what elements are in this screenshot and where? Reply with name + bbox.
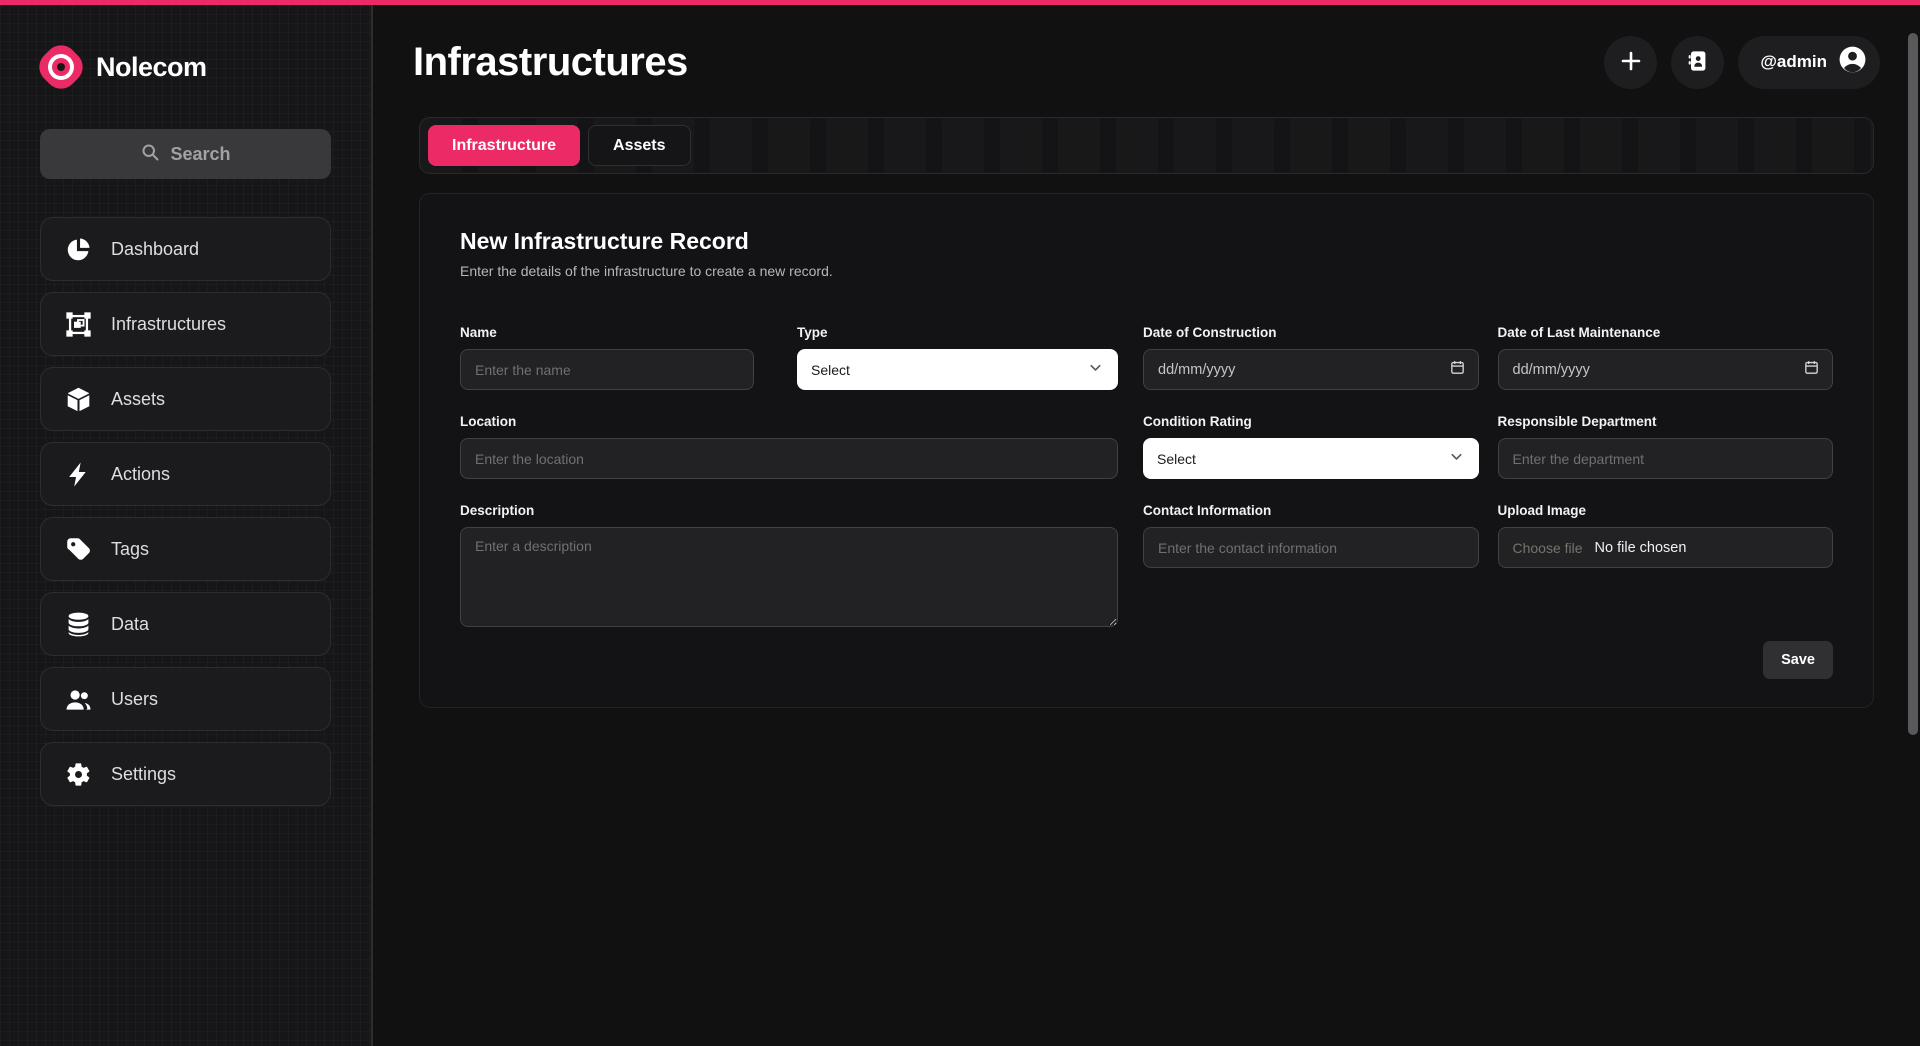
form-left-columns: Name Type Select Location [460, 325, 1118, 627]
nolecom-logo-icon [40, 46, 82, 88]
field-location: Location [460, 414, 1118, 479]
upload-image-label: Upload Image [1498, 503, 1834, 518]
database-icon [65, 611, 92, 638]
sidebar-item-label: Infrastructures [111, 314, 226, 335]
field-upload-image: Upload Image Choose file No file chosen [1498, 503, 1834, 568]
top-accent-bar [0, 0, 1920, 5]
type-select[interactable]: Select [797, 349, 1118, 390]
bolt-icon [65, 461, 92, 488]
responsible-department-input[interactable] [1498, 438, 1834, 479]
description-label: Description [460, 503, 1118, 518]
choose-file-button[interactable]: Choose file [1513, 540, 1583, 556]
sidebar-item-label: Actions [111, 464, 170, 485]
field-condition-rating: Condition Rating Select [1143, 414, 1479, 479]
pie-chart-icon [65, 236, 92, 263]
sidebar-item-label: Assets [111, 389, 165, 410]
sidebar-item-label: Dashboard [111, 239, 199, 260]
sidebar-item-infrastructures[interactable]: Infrastructures [40, 292, 331, 356]
responsible-department-label: Responsible Department [1498, 414, 1834, 429]
contacts-button[interactable] [1671, 36, 1724, 89]
sidebar-item-label: Tags [111, 539, 149, 560]
search-input[interactable]: Search [40, 129, 331, 179]
field-date-of-construction: Date of Construction dd/mm/yyyy [1143, 325, 1479, 390]
condition-rating-value: Select [1157, 451, 1196, 467]
field-contact-information: Contact Information [1143, 503, 1479, 568]
name-label: Name [460, 325, 754, 340]
tag-icon [65, 536, 92, 563]
contact-information-label: Contact Information [1143, 503, 1479, 518]
header-actions: @admin [1604, 36, 1880, 89]
card-title: New Infrastructure Record [460, 228, 1833, 255]
sidebar-item-users[interactable]: Users [40, 667, 331, 731]
form-right-columns: Date of Construction dd/mm/yyyy Date of … [1143, 325, 1833, 568]
tab-infrastructure[interactable]: Infrastructure [428, 125, 580, 166]
date-of-construction-label: Date of Construction [1143, 325, 1479, 340]
main-content: Infrastructures [373, 5, 1920, 1046]
save-row: Save [460, 641, 1833, 679]
description-textarea[interactable] [460, 527, 1118, 627]
sidebar-item-dashboard[interactable]: Dashboard [40, 217, 331, 281]
sidebar-item-assets[interactable]: Assets [40, 367, 331, 431]
tab-assets[interactable]: Assets [588, 125, 690, 166]
brand-name: Nolecom [96, 52, 207, 83]
vertical-scrollbar[interactable] [1908, 33, 1918, 735]
date-of-last-maintenance-input[interactable]: dd/mm/yyyy [1498, 349, 1834, 390]
brand: Nolecom [40, 41, 331, 93]
sidebar-item-actions[interactable]: Actions [40, 442, 331, 506]
page-title: Infrastructures [413, 40, 688, 85]
gear-icon [65, 761, 92, 788]
sidebar: Nolecom Search Dashboard [0, 5, 373, 1046]
sidebar-nav: Dashboard Infrastructures [40, 217, 331, 806]
save-button[interactable]: Save [1763, 641, 1833, 679]
card-subtitle: Enter the details of the infrastructure … [460, 263, 1833, 279]
field-date-of-last-maintenance: Date of Last Maintenance dd/mm/yyyy [1498, 325, 1834, 390]
calendar-icon [1449, 359, 1466, 381]
user-circle-icon [1837, 44, 1868, 80]
sidebar-item-tags[interactable]: Tags [40, 517, 331, 581]
name-input[interactable] [460, 349, 754, 390]
location-input[interactable] [460, 438, 1118, 479]
field-responsible-department: Responsible Department [1498, 414, 1834, 479]
object-group-icon [65, 311, 92, 338]
account-menu[interactable]: @admin [1738, 36, 1880, 89]
calendar-icon [1803, 359, 1820, 381]
cube-icon [65, 386, 92, 413]
sidebar-item-label: Users [111, 689, 158, 710]
date-of-construction-input[interactable]: dd/mm/yyyy [1143, 349, 1479, 390]
location-label: Location [460, 414, 1118, 429]
plus-icon [1619, 49, 1643, 76]
type-select-value: Select [811, 362, 850, 378]
sidebar-item-data[interactable]: Data [40, 592, 331, 656]
sidebar-item-label: Data [111, 614, 149, 635]
field-type: Type Select [797, 325, 1118, 390]
new-infrastructure-card: New Infrastructure Record Enter the deta… [419, 193, 1874, 708]
users-icon [65, 686, 92, 713]
search-label: Search [170, 144, 230, 165]
condition-rating-select[interactable]: Select [1143, 438, 1479, 479]
app-root: Nolecom Search Dashboard [0, 0, 1920, 1046]
main-header: Infrastructures [413, 31, 1880, 93]
contact-information-input[interactable] [1143, 527, 1479, 568]
file-chosen-status: No file chosen [1595, 540, 1687, 556]
tabbar: Infrastructure Assets [419, 117, 1874, 174]
sidebar-item-label: Settings [111, 764, 176, 785]
field-name: Name [460, 325, 754, 390]
sidebar-item-settings[interactable]: Settings [40, 742, 331, 806]
chevron-down-icon [1087, 359, 1104, 381]
chevron-down-icon [1448, 448, 1465, 470]
add-button[interactable] [1604, 36, 1657, 89]
form: Name Type Select Location [460, 325, 1833, 627]
search-icon [140, 142, 160, 167]
condition-rating-label: Condition Rating [1143, 414, 1479, 429]
address-book-icon [1686, 49, 1710, 76]
account-label: @admin [1760, 52, 1827, 72]
type-label: Type [797, 325, 1118, 340]
field-description: Description [460, 503, 1118, 627]
upload-image-file-input[interactable]: Choose file No file chosen [1498, 527, 1834, 568]
date-of-last-maintenance-label: Date of Last Maintenance [1498, 325, 1834, 340]
